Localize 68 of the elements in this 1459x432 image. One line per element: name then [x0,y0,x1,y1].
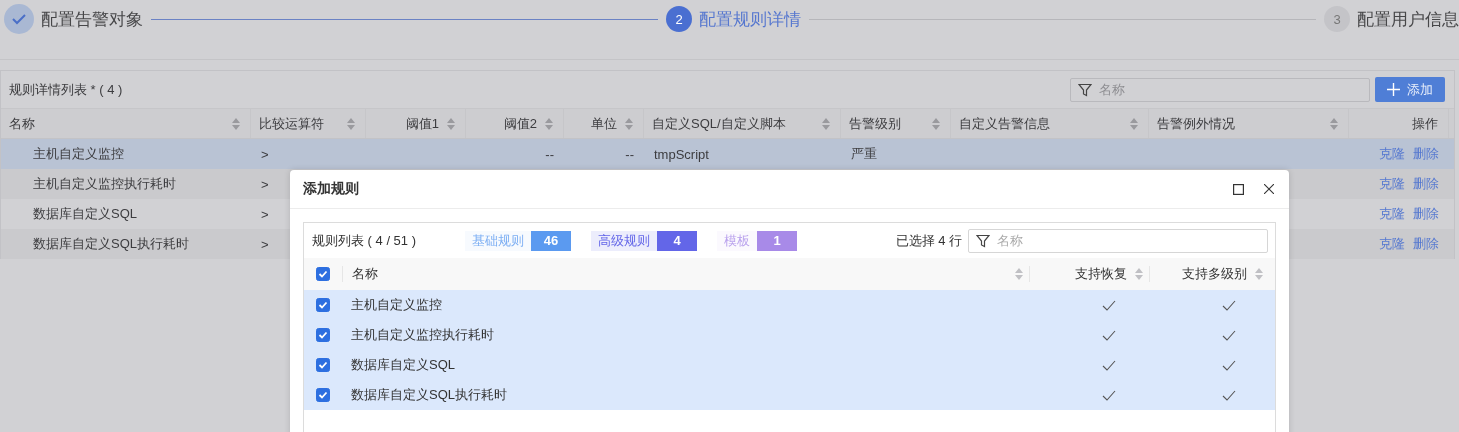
sort-icon[interactable] [232,117,240,130]
sort-icon[interactable] [545,117,553,130]
table-cell: 数据库自定义SQL执行耗时 [33,235,189,253]
table-cell: -- [545,146,554,162]
rule-name: 数据库自定义SQL执行耗时 [351,386,507,404]
column-header[interactable]: 阈值2 [503,114,537,133]
sort-icon[interactable] [447,117,455,130]
selection-count: 已选择 4 行 [895,231,962,250]
table-cell: tmpScript [654,146,709,162]
list-title: 规则列表 ( 4 / 51 ) [312,231,418,250]
column-header[interactable]: 支持恢复 [1075,265,1127,283]
maximize-icon[interactable] [1233,183,1244,195]
sort-icon[interactable] [1330,117,1338,130]
filter-icon [976,233,990,248]
filter-icon [1078,82,1092,97]
table-cell: > [261,146,269,162]
step-number: 2 [666,6,692,32]
row-checkbox[interactable] [316,328,330,342]
table-cell: 严重 [851,145,877,163]
table-cell: -- [625,146,634,162]
table-cell: > [261,206,269,222]
column-header[interactable]: 单位 [591,114,617,133]
column-header[interactable]: 告警例外情况 [1157,114,1235,133]
sort-icon[interactable] [1015,268,1023,280]
row-checkbox[interactable] [316,358,330,372]
rule-row[interactable]: 主机自定义监控执行耗时 [304,320,1275,350]
search-field[interactable]: 名称 [1070,77,1370,102]
panel-title: 规则详情列表 * ( 4 ) [9,80,124,99]
sort-icon[interactable] [347,117,355,130]
table-cell: 数据库自定义SQL [33,205,137,223]
search-field[interactable]: 名称 [968,228,1268,253]
sort-icon[interactable] [1135,268,1143,280]
close-icon[interactable] [1264,184,1274,194]
rule-row[interactable]: 数据库自定义SQL [304,350,1275,380]
column-header[interactable]: 名称 [9,114,35,133]
rule-name: 主机自定义监控 [351,296,442,314]
table-cell: > [261,176,269,192]
row-checkbox[interactable] [316,388,330,402]
table-cell: 主机自定义监控执行耗时 [33,175,176,193]
sort-icon[interactable] [822,117,830,130]
sort-icon[interactable] [932,117,940,130]
check-icon [4,4,34,34]
rule-row[interactable]: 数据库自定义SQL执行耗时 [304,380,1275,410]
select-all-checkbox[interactable] [316,267,330,281]
step-label[interactable]: 配置告警对象 [41,7,143,31]
row-checkbox[interactable] [316,298,330,312]
sort-icon[interactable] [625,117,633,130]
add-button[interactable]: 添加 [1375,77,1445,102]
rule-row[interactable]: 主机自定义监控 [304,290,1275,320]
column-header[interactable]: 名称 [352,265,378,283]
rule-name: 主机自定义监控执行耗时 [351,326,494,344]
column-header[interactable]: 操作 [1412,114,1438,133]
column-header[interactable]: 比较运算符 [259,114,324,133]
plus-icon [1387,83,1400,96]
sort-icon[interactable] [1130,117,1138,130]
rule-name: 数据库自定义SQL [351,356,455,374]
column-header[interactable]: 支持多级别 [1182,265,1247,283]
column-header[interactable]: 自定义告警信息 [959,114,1050,133]
column-header[interactable]: 自定义SQL/自定义脚本 [652,114,786,133]
column-header[interactable]: 告警级别 [849,114,901,133]
table-cell: > [261,236,269,252]
sort-icon[interactable] [1255,268,1263,280]
filter-tag[interactable]: 高级规则 4 [591,230,697,251]
column-header[interactable]: 阈值1 [405,114,439,133]
step-number: 3 [1324,6,1350,32]
table-cell: 主机自定义监控 [33,145,124,163]
dialog-title: 添加规则 [303,180,360,198]
step-label[interactable]: 配置用户信息 [1357,7,1459,31]
